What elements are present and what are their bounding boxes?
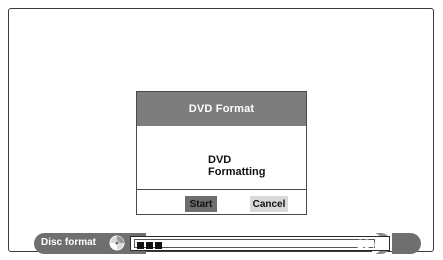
progress-segment (146, 242, 153, 249)
dvd-format-dialog: DVD Format DVD Formatting Start Cancel (136, 91, 307, 215)
progress-percent: 18% (331, 233, 405, 254)
dialog-message: DVD Formatting (208, 154, 265, 178)
dialog-button-row: Start Cancel (137, 190, 306, 214)
dialog-message-line2: Formatting (208, 166, 266, 178)
dialog-body: DVD Formatting (137, 126, 306, 190)
tv-screen: DVD Format DVD Formatting Start Cancel (8, 8, 434, 252)
progress-segment (155, 242, 162, 249)
progress-fill (137, 242, 162, 249)
cancel-button[interactable]: Cancel (250, 196, 288, 212)
start-button[interactable]: Start (185, 196, 217, 212)
status-label: Disc format (41, 237, 97, 248)
dialog-title: DVD Format (137, 92, 306, 126)
progress-segment (137, 242, 144, 249)
progress-value: 18 (356, 236, 371, 251)
progress-unit: % (371, 239, 380, 250)
dialog-message-line1: DVD (208, 154, 232, 166)
disc-icon (109, 235, 125, 251)
